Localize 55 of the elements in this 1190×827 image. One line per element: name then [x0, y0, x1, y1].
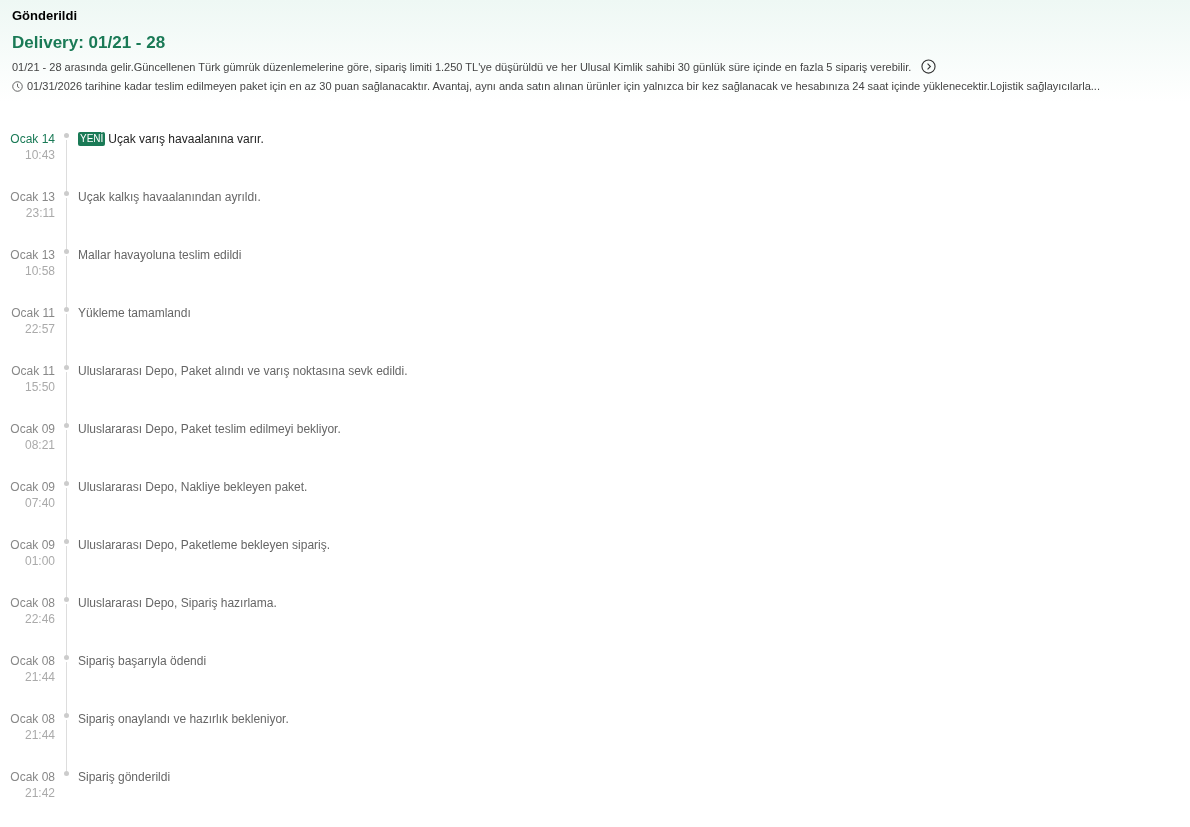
event-time: 10:58	[23, 264, 55, 278]
event-text: Uluslararası Depo, Nakliye bekleyen paket.	[78, 480, 308, 494]
event-text: Yükleme tamamlandı	[78, 306, 191, 320]
timeline-dot	[64, 481, 69, 486]
chevron-circle-icon[interactable]	[921, 59, 937, 74]
event-date: Ocak 08	[9, 770, 55, 784]
status-title: Gönderildi	[12, 8, 78, 23]
event-text: Uçak kalkış havaalanından ayrıldı.	[78, 190, 261, 204]
event-text: Sipariş gönderildi	[78, 770, 171, 784]
event-time: 15:50	[23, 380, 55, 394]
event-date: Ocak 08	[9, 654, 55, 668]
points-note: 01/31/2026 tarihine kadar teslim edilmeyen paket için en az 30 puan sağlanacaktır. Avantaj, aynı anda satın alınan ürünler için yalnızca bir kez sağlanacak ve hesabınıza 24 saat içinde yüklenecektir.Lojistik sağlayıcılarla...	[27, 80, 1100, 92]
event-text: Uçak varış havaalanına varır.	[108, 132, 264, 146]
delivery-title: Delivery: 01/21 - 28	[12, 33, 167, 53]
timeline-dot	[64, 191, 69, 196]
event-date: Ocak 14	[9, 132, 55, 146]
event-text: Sipariş başarıyla ödendi	[78, 654, 207, 668]
event-time: 10:43	[23, 148, 55, 162]
event-time: 01:00	[23, 554, 55, 568]
event-time: 21:42	[23, 786, 55, 800]
event-date: Ocak 13	[9, 190, 55, 204]
event-date: Ocak 13	[9, 248, 55, 262]
event-date: Ocak 08	[9, 712, 55, 726]
event-time: 08:21	[23, 438, 55, 452]
event-time: 22:46	[23, 612, 55, 626]
event-text: Mallar havayoluna teslim edildi	[78, 248, 242, 262]
timeline-dot	[64, 365, 69, 370]
event-text: Uluslararası Depo, Paketleme bekleyen sipariş.	[78, 538, 331, 552]
timeline-dot	[64, 133, 69, 138]
event-date: Ocak 08	[9, 596, 55, 610]
notice-text: 01/21 - 28 arasında gelir.Güncellenen Türk gümrük düzenlemelerine göre, sipariş limiti 1.250 TL'ye düşürüldü ve her Ulusal Kimlik sahibi 30 günlük süre içinde en fazla 5 sipariş verebilir.	[12, 60, 912, 73]
event-time: 07:40	[23, 496, 55, 510]
event-date: Ocak 09	[9, 422, 55, 436]
timeline-dot	[64, 249, 69, 254]
new-badge: YENİ	[78, 132, 106, 146]
timeline-dot	[64, 713, 69, 718]
clock-icon	[12, 80, 23, 92]
event-text: Uluslararası Depo, Sipariş hazırlama.	[78, 596, 277, 610]
event-text: Uluslararası Depo, Paket alındı ve varış noktasına sevk edildi.	[78, 364, 408, 378]
timeline-dot	[64, 423, 69, 428]
timeline-dot	[64, 597, 69, 602]
event-text: Uluslararası Depo, Paket teslim edilmeyi bekliyor.	[78, 422, 341, 436]
event-date: Ocak 09	[9, 538, 55, 552]
event-date: Ocak 09	[9, 480, 55, 494]
event-time: 23:11	[24, 206, 55, 220]
event-date: Ocak 11	[10, 364, 55, 378]
timeline-dot	[64, 655, 69, 660]
event-time: 21:44	[23, 670, 55, 684]
event-date: Ocak 11	[10, 306, 55, 320]
timeline-dot	[64, 771, 69, 776]
timeline-dot	[64, 307, 69, 312]
event-time: 22:57	[23, 322, 55, 336]
event-text: Sipariş onaylandı ve hazırlık bekleniyor.	[78, 712, 289, 726]
event-time: 21:44	[23, 728, 55, 742]
timeline-dot	[64, 539, 69, 544]
